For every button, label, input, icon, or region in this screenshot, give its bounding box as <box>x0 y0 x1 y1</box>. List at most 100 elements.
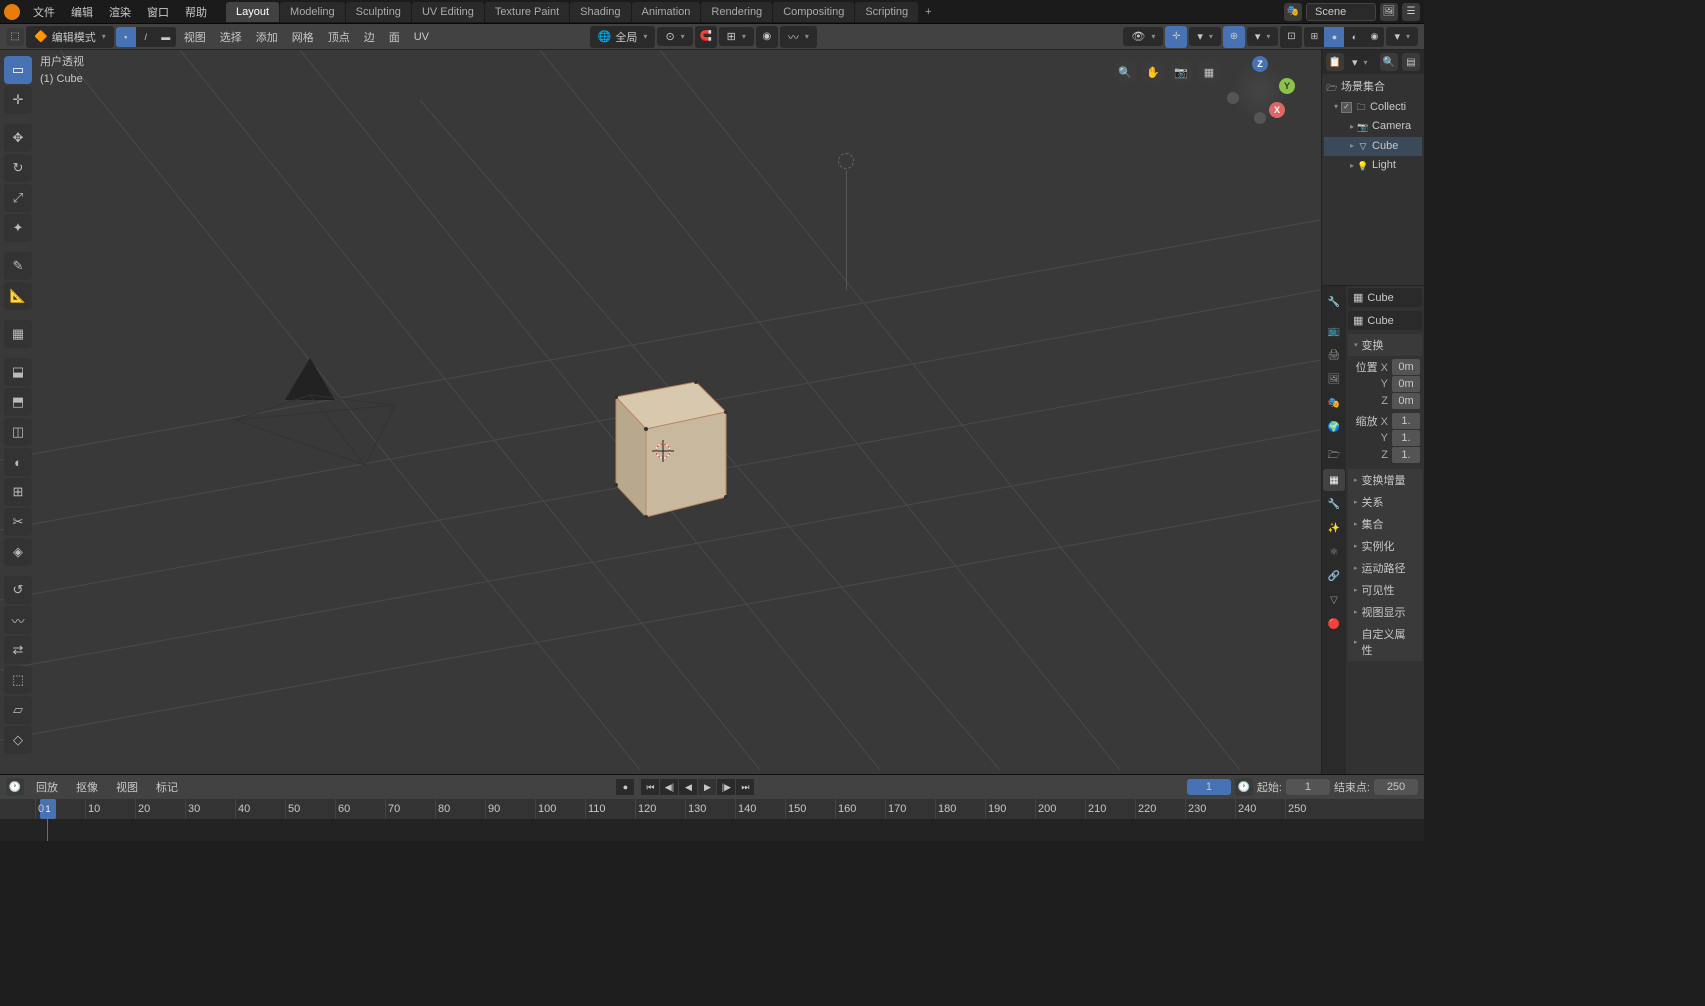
ptab-modifier-icon[interactable]: 🔧 <box>1323 493 1345 515</box>
edgeslide-tool-icon[interactable]: ⇄ <box>4 636 32 664</box>
measure-tool-icon[interactable]: 📐 <box>4 282 32 310</box>
editor-type-icon[interactable]: ⬚ <box>6 28 24 46</box>
pos-x-field[interactable]: 0m <box>1392 359 1420 375</box>
menu-help[interactable]: 帮助 <box>178 1 214 23</box>
tab-rendering[interactable]: Rendering <box>701 2 772 22</box>
timeline-editor-icon[interactable]: 🕐 <box>6 778 24 796</box>
vertex-select-icon[interactable]: ▪ <box>116 27 136 47</box>
next-keyframe-icon[interactable]: |▶ <box>717 779 735 795</box>
hmenu-select[interactable]: 选择 <box>214 26 248 48</box>
jump-start-icon[interactable]: ⏮ <box>641 779 659 795</box>
section-transform[interactable]: ▾变换 <box>1348 334 1422 356</box>
scene-icon[interactable]: 🎭 <box>1284 3 1302 21</box>
section-visibility[interactable]: ▸可见性 <box>1348 579 1422 601</box>
viewlayer-icon[interactable]: 🖼 <box>1380 3 1398 21</box>
tab-modeling[interactable]: Modeling <box>280 2 345 22</box>
shrink-tool-icon[interactable]: ⬚ <box>4 666 32 694</box>
axis-neg-z-icon[interactable] <box>1254 112 1266 124</box>
tl-menu-playback[interactable]: 回放 <box>30 776 64 798</box>
gizmo-toggle[interactable]: ✛ <box>1165 26 1187 48</box>
orientation-dropdown[interactable]: 🌐全局 <box>590 26 656 48</box>
hmenu-face[interactable]: 面 <box>383 26 406 48</box>
outliner-editor-icon[interactable]: 📋 <box>1326 53 1344 71</box>
hmenu-mesh[interactable]: 网格 <box>286 26 320 48</box>
move-tool-icon[interactable]: ✥ <box>4 124 32 152</box>
select-box-tool-icon[interactable]: ▭ <box>4 56 32 84</box>
outliner-new-icon[interactable]: ▤ <box>1402 53 1420 71</box>
hmenu-view[interactable]: 视图 <box>178 26 212 48</box>
rendered-shading-icon[interactable]: ◉ <box>1364 27 1384 47</box>
timeline-ruler[interactable]: 1 01020304050607080901001101201301401501… <box>0 799 1424 819</box>
loopcut-tool-icon[interactable]: ⊞ <box>4 478 32 506</box>
jump-end-icon[interactable]: ⏭ <box>736 779 754 795</box>
axis-z-icon[interactable]: Z <box>1252 56 1268 72</box>
pivot-dropdown[interactable]: ⊙ <box>657 27 692 46</box>
hmenu-uv[interactable]: UV <box>408 28 435 46</box>
tl-menu-marker[interactable]: 标记 <box>150 776 184 798</box>
play-reverse-icon[interactable]: ◀ <box>679 779 697 795</box>
bevel-tool-icon[interactable]: ◐ <box>4 448 32 476</box>
ptab-world-icon[interactable]: 🌍 <box>1323 416 1345 438</box>
tl-menu-keying[interactable]: 抠像 <box>70 776 104 798</box>
3d-viewport[interactable]: ▭ ✛ ✥ ↻ ⤢ ✦ ✎ 📐 ▦ ⬓ ⬒ ◫ ◐ ⊞ ✂ ◈ ↺ 〰 ⇄ ⬚ … <box>0 50 1321 774</box>
ptab-particles-icon[interactable]: ✨ <box>1323 517 1345 539</box>
overlay-toggle[interactable]: ⊕ <box>1223 26 1245 48</box>
tab-sculpting[interactable]: Sculpting <box>346 2 411 22</box>
play-icon[interactable]: ▶ <box>698 779 716 795</box>
smooth-tool-icon[interactable]: 〰 <box>4 606 32 634</box>
scale-x-field[interactable]: 1. <box>1392 413 1420 429</box>
scene-selector[interactable]: Scene <box>1306 3 1376 21</box>
current-frame-field[interactable]: 1 <box>1187 779 1231 795</box>
xray-toggle[interactable]: ⊡ <box>1280 26 1302 48</box>
extrude-tool-icon[interactable]: ⬓ <box>4 358 32 386</box>
section-motionpaths[interactable]: ▸运动路径 <box>1348 557 1422 579</box>
tl-menu-view[interactable]: 视图 <box>110 776 144 798</box>
axis-y-icon[interactable]: Y <box>1279 78 1295 94</box>
extrude-manifold-tool-icon[interactable]: ⬒ <box>4 388 32 416</box>
menu-file[interactable]: 文件 <box>26 1 62 23</box>
hmenu-add[interactable]: 添加 <box>250 26 284 48</box>
end-frame-field[interactable]: 250 <box>1374 779 1418 795</box>
knife-tool-icon[interactable]: ✂ <box>4 508 32 536</box>
section-custom[interactable]: ▸自定义属性 <box>1348 623 1422 661</box>
outliner-filter-icon[interactable]: 🔍 <box>1380 53 1398 71</box>
ptab-material-icon[interactable]: 🔴 <box>1323 613 1345 635</box>
ptab-constraints-icon[interactable]: 🔗 <box>1323 565 1345 587</box>
proportional-falloff-dropdown[interactable]: 〰 <box>780 26 817 48</box>
tab-add[interactable]: + <box>919 2 937 22</box>
start-frame-field[interactable]: 1 <box>1286 779 1330 795</box>
outliner-light[interactable]: ▸💡Light <box>1324 156 1422 176</box>
ptab-tool-icon[interactable]: 🔧 <box>1323 291 1345 313</box>
ptab-collection-icon[interactable]: 🗁 <box>1323 445 1345 467</box>
matprev-shading-icon[interactable]: ◐ <box>1344 27 1364 47</box>
visibility-dropdown[interactable]: 👁 <box>1123 27 1163 46</box>
outliner-camera[interactable]: ▸📷Camera <box>1324 117 1422 137</box>
shading-options-dropdown[interactable]: ▾ <box>1386 27 1418 46</box>
mode-dropdown[interactable]: 🔶编辑模式 <box>26 26 114 48</box>
ptab-object-icon[interactable]: ▦ <box>1323 469 1345 491</box>
section-relations[interactable]: ▸关系 <box>1348 491 1422 513</box>
section-delta[interactable]: ▸变换增量 <box>1348 469 1422 491</box>
gizmo-dropdown[interactable]: ▾ <box>1189 27 1221 46</box>
ptab-viewlayer-icon[interactable]: 🖼 <box>1323 368 1345 390</box>
tab-texture-paint[interactable]: Texture Paint <box>485 2 569 22</box>
transform-tool-icon[interactable]: ✦ <box>4 214 32 242</box>
hmenu-edge[interactable]: 边 <box>358 26 381 48</box>
ptab-meshdata-icon[interactable]: ▽ <box>1323 589 1345 611</box>
proportional-edit-toggle[interactable]: ◉ <box>756 26 778 48</box>
ptab-output-icon[interactable]: 🖨 <box>1323 344 1345 366</box>
nav-zoom-icon[interactable]: 🔍 <box>1113 60 1137 84</box>
ptab-scene-icon[interactable]: 🎭 <box>1323 392 1345 414</box>
pos-y-field[interactable]: 0m <box>1392 376 1420 392</box>
axis-x-icon[interactable]: X <box>1269 102 1285 118</box>
autokey-toggle-icon[interactable]: ● <box>616 779 634 795</box>
annotate-tool-icon[interactable]: ✎ <box>4 252 32 280</box>
prev-keyframe-icon[interactable]: ◀| <box>660 779 678 795</box>
rip-tool-icon[interactable]: ◇ <box>4 726 32 754</box>
tab-animation[interactable]: Animation <box>632 2 701 22</box>
nav-camera-icon[interactable]: 📷 <box>1169 60 1193 84</box>
scale-y-field[interactable]: 1. <box>1392 430 1420 446</box>
edge-select-icon[interactable]: / <box>136 27 156 47</box>
menu-window[interactable]: 窗口 <box>140 1 176 23</box>
axis-neg-x-icon[interactable] <box>1227 92 1239 104</box>
